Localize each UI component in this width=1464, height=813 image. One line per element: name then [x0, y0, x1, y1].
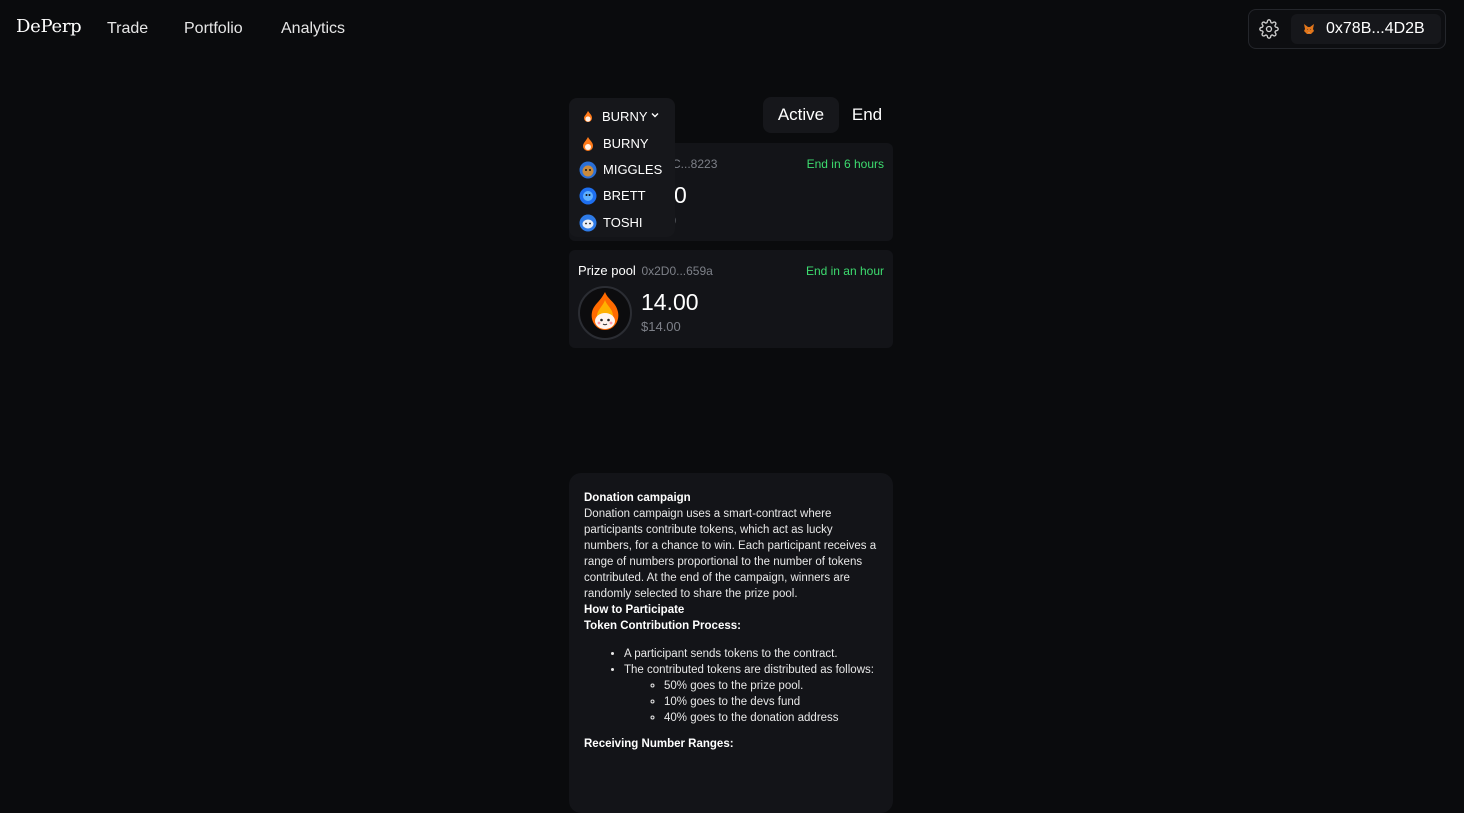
campaign-end-time: End in 6 hours — [806, 157, 884, 171]
list-item: 50% goes to the prize pool. — [664, 678, 878, 694]
nav-portfolio[interactable]: Portfolio — [184, 20, 243, 38]
gear-icon — [1259, 19, 1279, 39]
wallet-address: 0x78B...4D2B — [1326, 20, 1425, 37]
campaign-card[interactable]: Prize pool 0x2D0...659a End in an hour 1… — [569, 250, 893, 348]
metamask-fox-icon — [1304, 24, 1314, 34]
list-item: 10% goes to the devs fund — [664, 694, 878, 710]
steps-list: A participant sends tokens to the contra… — [584, 646, 878, 726]
info-intro: Donation campaign uses a smart-contract … — [584, 508, 877, 600]
number-ranges-heading: Receiving Number Ranges: — [584, 738, 734, 750]
list-item: 40% goes to the donation address — [664, 710, 878, 726]
chevron-down-icon — [651, 113, 659, 118]
distribution-list: 50% goes to the prize pool. 10% goes to … — [624, 678, 878, 726]
how-to-participate-heading: How to Participate — [584, 604, 685, 616]
list-item: The contributed tokens are distributed a… — [624, 662, 878, 726]
info-heading: Donation campaign — [584, 492, 691, 504]
tab-active[interactable]: Active — [763, 97, 839, 133]
campaign-title: Prize pool 0x2D0...659a — [578, 263, 713, 278]
burny-token-icon — [583, 137, 593, 151]
dropdown-item-brett[interactable]: BRETT — [579, 186, 675, 206]
settings-button[interactable] — [1255, 15, 1283, 43]
campaign-address: C...8223 — [672, 157, 718, 171]
app-logo[interactable]: DePerp — [16, 16, 82, 37]
donation-campaign-info: Donation campaign Donation campaign uses… — [569, 473, 893, 813]
token-dropdown-menu: BURNY MIGGLES BRETT TOSHI — [569, 133, 675, 237]
campaign-amount: 14.00 — [641, 289, 699, 315]
campaign-end-time: End in an hour — [805, 264, 884, 278]
burny-token-icon — [584, 111, 592, 122]
dropdown-item-burny[interactable]: BURNY — [579, 134, 675, 154]
tab-end[interactable]: End — [847, 97, 887, 133]
token-selector[interactable]: BURNY — [569, 98, 675, 134]
brett-token-icon — [579, 187, 597, 205]
wallet-address-button[interactable]: 0x78B...4D2B — [1291, 14, 1441, 44]
campaign-amount: 0 — [674, 182, 687, 208]
list-item: A participant sends tokens to the contra… — [624, 646, 878, 662]
selected-token-label: BURNY — [602, 109, 648, 124]
campaign-usd: $14.00 — [641, 319, 681, 334]
miggles-token-icon — [579, 161, 597, 179]
token-contribution-heading: Token Contribution Process: — [584, 620, 741, 632]
campaign-address: 0x2D0...659a — [641, 264, 713, 278]
dropdown-item-toshi[interactable]: TOSHI — [579, 213, 675, 233]
top-navigation-bar: DePerp Trade Portfolio Analytics 0x78B..… — [0, 0, 1464, 58]
dropdown-item-miggles[interactable]: MIGGLES — [579, 160, 675, 180]
burny-mascot-icon — [591, 292, 619, 330]
nav-analytics[interactable]: Analytics — [281, 20, 345, 38]
burny-token-avatar — [578, 286, 632, 340]
nav-trade[interactable]: Trade — [107, 20, 148, 38]
toshi-token-icon — [579, 214, 597, 232]
